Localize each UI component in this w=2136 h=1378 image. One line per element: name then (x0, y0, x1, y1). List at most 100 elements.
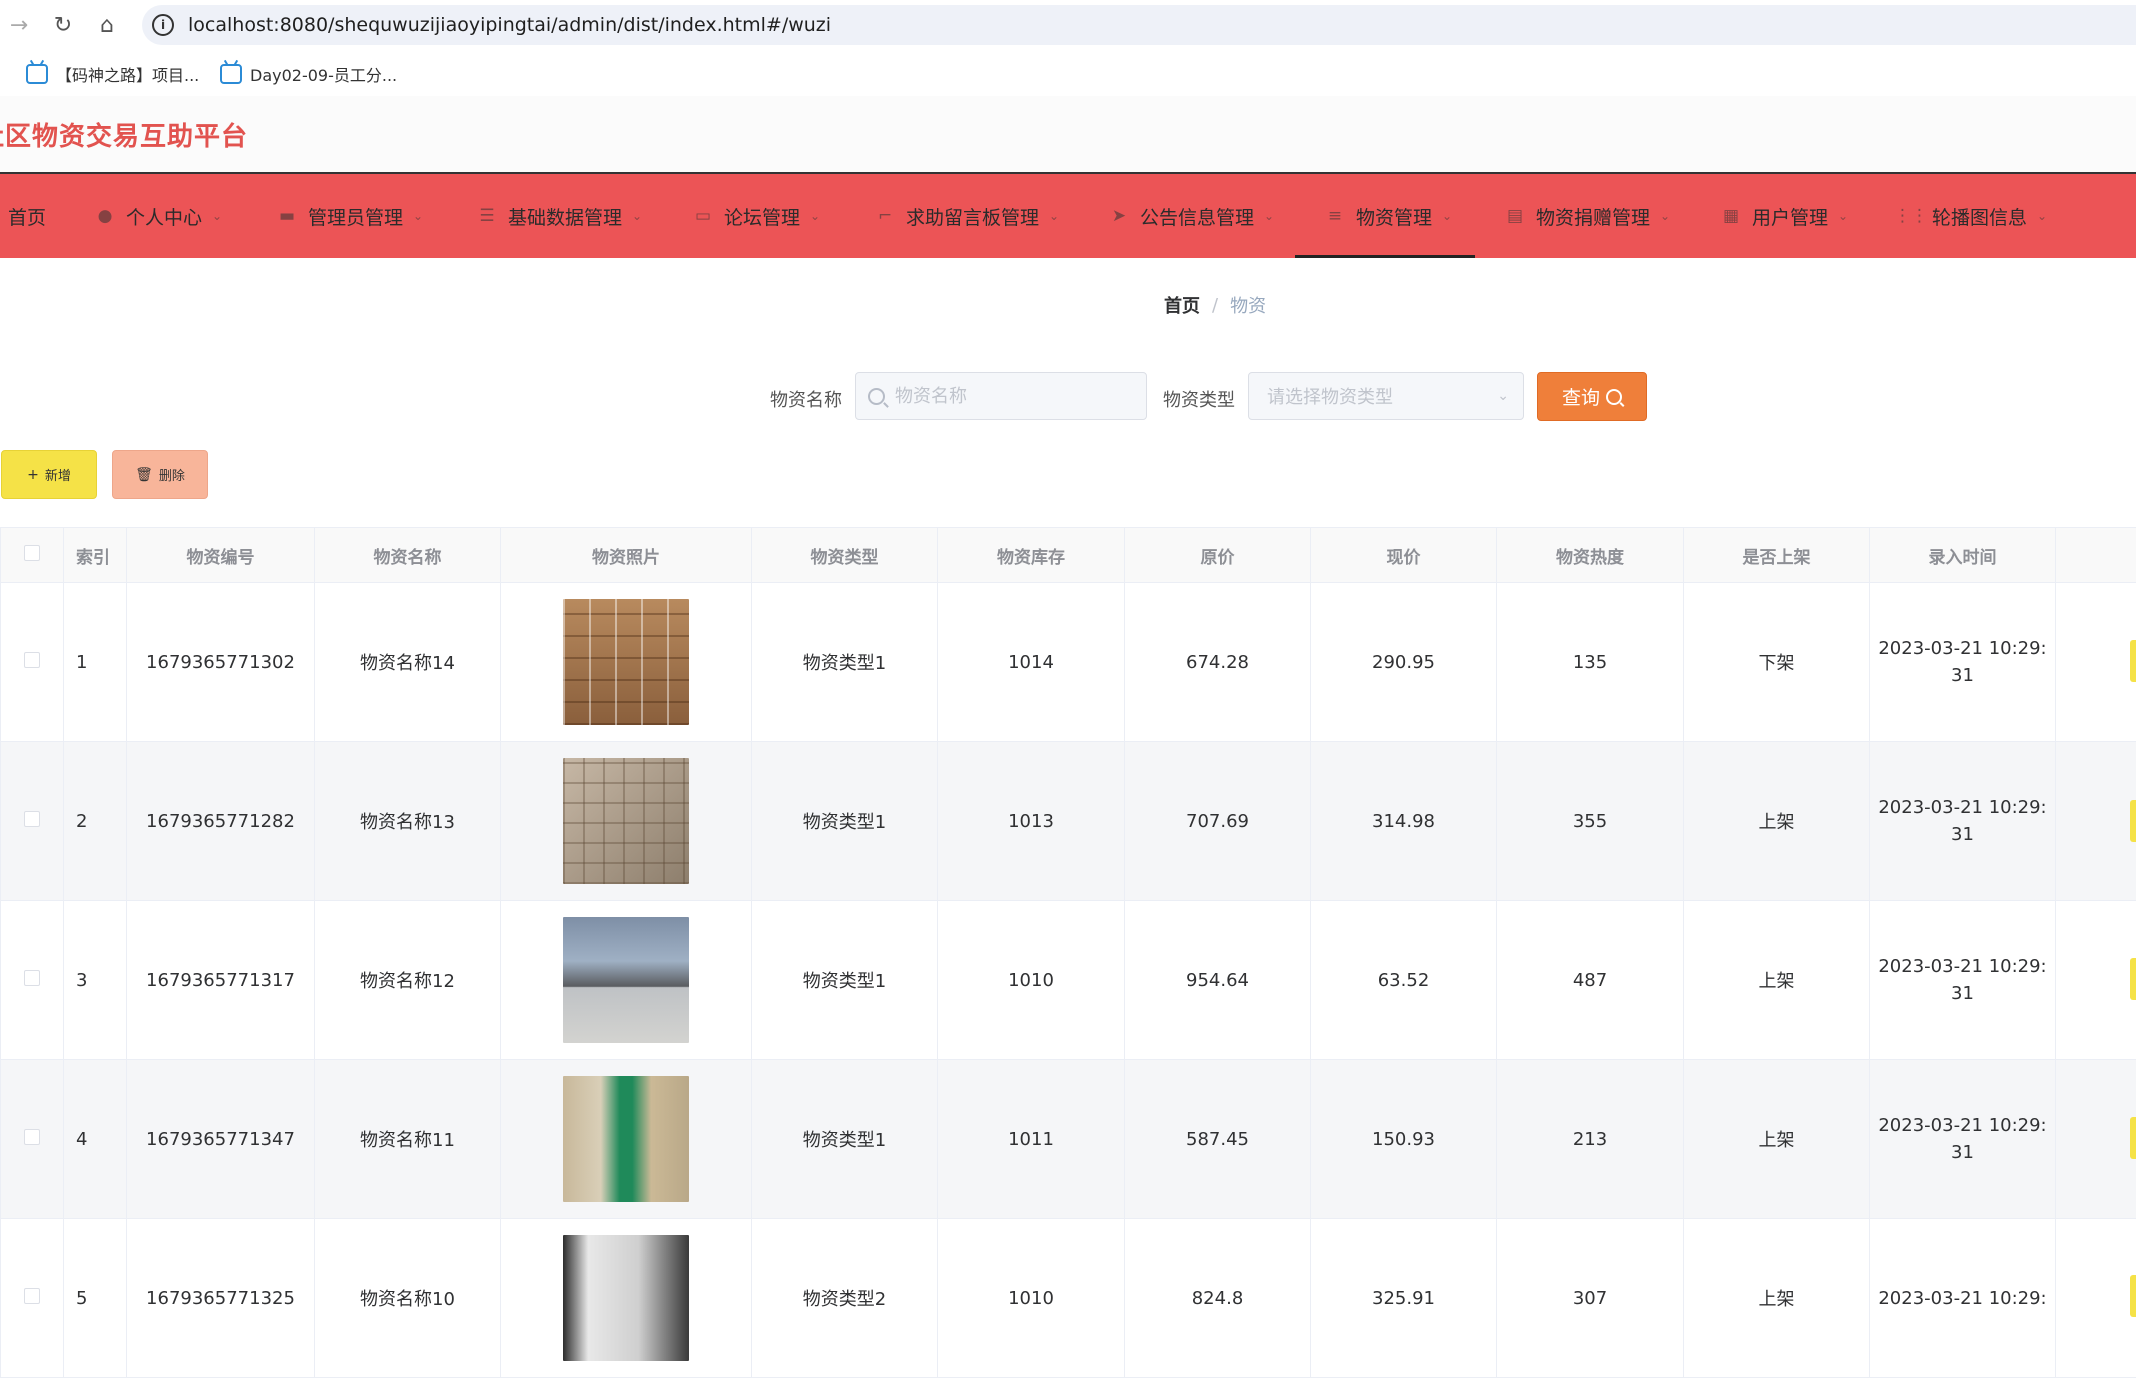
cell-index: 3 (64, 901, 127, 1060)
cell-time: 2023-03-21 10:29:31 (1870, 583, 2056, 742)
menu-item-users[interactable]: ▦ 用户管理 ⌄ (1722, 174, 1848, 258)
menu-item-label: 轮播图信息 (1932, 203, 2027, 230)
column-header: 物资库存 (938, 528, 1125, 583)
main-menu: 首页 ● 个人中心 ⌄ ▬ 管理员管理 ⌄ ☰ 基础数据管理 ⌄ ▭ 论坛管理 … (0, 174, 2136, 258)
home-icon[interactable]: ⌂ (92, 10, 122, 40)
menu-item-admin[interactable]: ▬ 管理员管理 ⌄ (278, 174, 423, 258)
row-checkbox[interactable] (1, 1219, 64, 1378)
chevron-down-icon: ⌄ (1264, 209, 1274, 223)
cell-original-price: 587.45 (1125, 1060, 1311, 1219)
name-search-field[interactable] (855, 372, 1147, 420)
column-header: 物资照片 (501, 528, 752, 583)
cell-actions (2056, 1219, 2136, 1378)
column-header: 现价 (1311, 528, 1497, 583)
menu-item-forum[interactable]: ▭ 论坛管理 ⌄ (694, 174, 820, 258)
column-header: 物资热度 (1497, 528, 1684, 583)
cell-status: 上架 (1684, 742, 1870, 901)
cell-stock: 1013 (938, 742, 1125, 901)
cell-stock: 1014 (938, 583, 1125, 742)
row-edit-button[interactable] (2130, 1275, 2136, 1317)
type-select[interactable]: 请选择物资类型 ⌄ (1248, 372, 1524, 420)
column-header: 索引 (64, 528, 127, 583)
breadcrumb-home[interactable]: 首页 (1164, 292, 1200, 318)
menu-item-label: 物资捐赠管理 (1536, 203, 1650, 230)
bookmark-item[interactable]: 【码神之路】项目... (26, 62, 199, 86)
add-button-label: 新增 (45, 465, 71, 484)
goods-table: 索引 物资编号 物资名称 物资照片 物资类型 物资库存 原价 现价 物资热度 是… (0, 527, 2136, 1378)
column-header-actions (2056, 528, 2136, 583)
app-header: 社区物资交易互助平台 (0, 96, 2136, 174)
reload-icon[interactable]: ↻ (48, 10, 78, 40)
menu-item-carousel[interactable]: ⋮⋮ 轮播图信息 ⌄ (1902, 174, 2047, 258)
time-text: 2023-03-21 10:29: (1878, 1288, 2046, 1309)
cell-actions (2056, 583, 2136, 742)
site-info-icon[interactable]: i (152, 14, 174, 36)
cell-status: 下架 (1684, 583, 1870, 742)
menu-item-basic-data[interactable]: ☰ 基础数据管理 ⌄ (478, 174, 642, 258)
cell-photo (501, 901, 752, 1060)
cell-code: 1679365771302 (127, 583, 315, 742)
menu-item-profile[interactable]: ● 个人中心 ⌄ (96, 174, 222, 258)
cell-status: 上架 (1684, 1060, 1870, 1219)
name-search-input[interactable] (893, 385, 1137, 408)
row-checkbox[interactable] (1, 583, 64, 742)
time-text: 2023-03-21 10:29: (1878, 797, 2046, 818)
menu-item-home[interactable]: 首页 (8, 174, 46, 258)
goods-photo[interactable] (563, 599, 689, 725)
cell-name: 物资名称11 (315, 1060, 501, 1219)
user-icon: ● (96, 207, 114, 225)
menu-item-label: 管理员管理 (308, 203, 403, 230)
cell-current-price: 325.91 (1311, 1219, 1497, 1378)
url-text: localhost:8080/shequwuzijiaoyipingtai/ad… (188, 14, 831, 36)
goods-photo[interactable] (563, 758, 689, 884)
apps-icon: ⋮⋮ (1902, 207, 1920, 225)
grid-icon: ▦ (1722, 207, 1740, 225)
chevron-down-icon: ⌄ (1660, 209, 1670, 223)
bookmark-item[interactable]: Day02-09-员工分... (220, 62, 397, 86)
cell-type: 物资类型2 (752, 1219, 938, 1378)
menu-item-goods[interactable]: ≡ 物资管理 ⌄ (1326, 174, 1452, 258)
cell-index: 1 (64, 583, 127, 742)
column-header: 录入时间 (1870, 528, 2056, 583)
select-all-checkbox[interactable] (1, 528, 64, 583)
time-text: 2023-03-21 10:29: (1878, 1115, 2046, 1136)
search-icon (1606, 389, 1622, 405)
row-edit-button[interactable] (2130, 800, 2136, 842)
cell-type: 物资类型1 (752, 1060, 938, 1219)
row-edit-button[interactable] (2130, 1117, 2136, 1159)
cell-actions (2056, 901, 2136, 1060)
menu-item-help-board[interactable]: ⌐ 求助留言板管理 ⌄ (876, 174, 1059, 258)
cell-original-price: 954.64 (1125, 901, 1311, 1060)
cell-original-price: 824.8 (1125, 1219, 1311, 1378)
menu-item-label: 基础数据管理 (508, 203, 622, 230)
row-checkbox[interactable] (1, 901, 64, 1060)
time-text: 31 (1951, 665, 1974, 686)
forward-icon[interactable]: → (4, 10, 34, 40)
cell-time: 2023-03-21 10:29:31 (1870, 1060, 2056, 1219)
cell-original-price: 674.28 (1125, 583, 1311, 742)
cell-heat: 487 (1497, 901, 1684, 1060)
cell-status: 上架 (1684, 901, 1870, 1060)
row-edit-button[interactable] (2130, 958, 2136, 1000)
row-edit-button[interactable] (2130, 640, 2136, 682)
chevron-down-icon: ⌄ (1838, 209, 1848, 223)
goods-photo[interactable] (563, 1076, 689, 1202)
type-select-placeholder: 请选择物资类型 (1267, 383, 1393, 409)
row-checkbox[interactable] (1, 1060, 64, 1219)
menu-item-donation[interactable]: ▤ 物资捐赠管理 ⌄ (1506, 174, 1670, 258)
delete-button-label: 删除 (159, 465, 185, 484)
delete-button[interactable]: 🗑 删除 (112, 450, 208, 499)
add-button[interactable]: + 新增 (1, 450, 97, 499)
sliders-icon: ☰ (478, 207, 496, 225)
bilibili-icon (220, 64, 242, 84)
chevron-down-icon: ⌄ (810, 209, 820, 223)
cell-stock: 1010 (938, 901, 1125, 1060)
row-checkbox[interactable] (1, 742, 64, 901)
goods-photo[interactable] (563, 917, 689, 1043)
goods-photo[interactable] (563, 1235, 689, 1361)
table-row: 2 1679365771282 物资名称13 物资类型1 1013 707.69… (1, 742, 2136, 901)
menu-item-notice[interactable]: ➤ 公告信息管理 ⌄ (1110, 174, 1274, 258)
address-bar[interactable]: i localhost:8080/shequwuzijiaoyipingtai/… (142, 5, 2136, 45)
table-row: 5 1679365771325 物资名称10 物资类型2 1010 824.8 … (1, 1219, 2136, 1378)
query-button[interactable]: 查询 (1537, 372, 1647, 421)
